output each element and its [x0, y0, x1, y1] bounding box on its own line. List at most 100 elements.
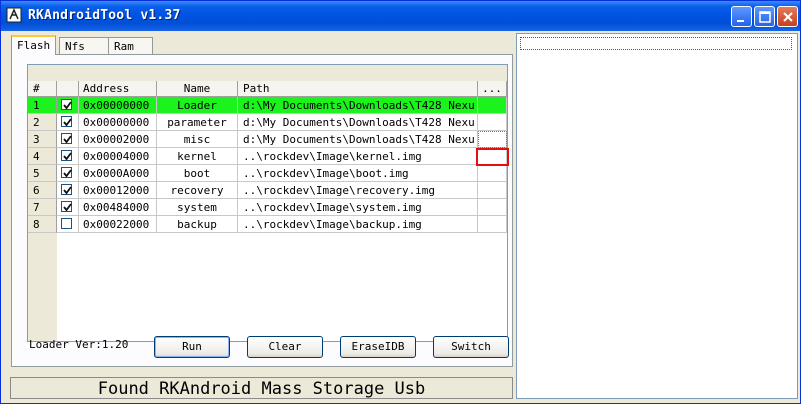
checkmark-icon: [63, 135, 72, 144]
row-path: ..\rockdev\Image\kernel.img: [238, 148, 478, 165]
row-browse[interactable]: [478, 182, 507, 199]
table-row[interactable]: 2 0x00000000 parameter d:\My Documents\Down…: [28, 114, 507, 131]
run-button[interactable]: Run: [154, 336, 230, 358]
row-number: 4: [28, 148, 57, 165]
minimize-icon: [737, 20, 744, 22]
row-checkbox[interactable]: [61, 218, 72, 229]
table-row[interactable]: 3 0x00002000 misc d:\My Documents\Downloads…: [28, 131, 507, 148]
row-address: 0x00004000: [79, 148, 157, 165]
row-checkbox[interactable]: [61, 133, 72, 144]
tab-nfs-label: Nfs: [65, 40, 85, 53]
checkmark-icon: [63, 152, 72, 161]
row-browse[interactable]: [478, 114, 507, 131]
log-panel[interactable]: [516, 33, 798, 399]
tab-flash[interactable]: Flash: [11, 35, 56, 55]
window-title: RKAndroidTool v1.37: [28, 8, 181, 23]
browse-cell-focus[interactable]: [478, 131, 507, 148]
row-name: parameter: [157, 114, 238, 131]
row-checkbox-cell[interactable]: [57, 216, 79, 233]
maximize-button[interactable]: [754, 6, 775, 27]
switch-button[interactable]: Switch: [433, 336, 509, 358]
checkmark-icon: [63, 118, 72, 127]
row-name: Loader: [157, 97, 238, 114]
checkmark-icon: [63, 169, 72, 178]
row-address: 0x0000A000: [79, 165, 157, 182]
app-icon: [6, 7, 22, 23]
checkmark-icon: [63, 101, 72, 110]
row-number: 8: [28, 216, 57, 233]
row-number: 7: [28, 199, 57, 216]
checkmark-icon: [63, 186, 72, 195]
column-header-browse[interactable]: ...: [478, 81, 507, 97]
row-checkbox[interactable]: [61, 99, 72, 110]
row-browse[interactable]: [478, 199, 507, 216]
row-browse[interactable]: [478, 165, 507, 182]
minimize-button[interactable]: [731, 6, 752, 27]
loader-version-label: Loader Ver:1.20: [29, 338, 129, 351]
row-path: d:\My Documents\Downloads\T428 Nexu...: [238, 97, 478, 114]
row-checkbox-cell[interactable]: [57, 199, 79, 216]
row-checkbox[interactable]: [61, 184, 72, 195]
close-button[interactable]: [777, 6, 798, 27]
tab-flash-label: Flash: [17, 39, 51, 52]
row-checkbox[interactable]: [61, 116, 72, 127]
row-checkbox[interactable]: [61, 201, 72, 212]
row-address: 0x00012000: [79, 182, 157, 199]
highlight-box: [476, 148, 509, 166]
title-bar[interactable]: RKAndroidTool v1.37: [1, 1, 800, 31]
eraseidb-button[interactable]: EraseIDB: [340, 336, 416, 358]
row-name: backup: [157, 216, 238, 233]
row-browse[interactable]: [478, 216, 507, 233]
column-header-num[interactable]: #: [28, 81, 57, 97]
table-row[interactable]: 6 0x00012000 recovery ..\rockdev\Image\reco…: [28, 182, 507, 199]
row-checkbox-cell[interactable]: [57, 165, 79, 182]
row-address: 0x00000000: [79, 97, 157, 114]
row-checkbox[interactable]: [61, 150, 72, 161]
row-path: ..\rockdev\Image\backup.img: [238, 216, 478, 233]
table-row[interactable]: 5 0x0000A000 boot ..\rockdev\Image\boot.img: [28, 165, 507, 182]
column-header-name[interactable]: Name: [157, 81, 238, 97]
table-row[interactable]: 7 0x00484000 system ..\rockdev\Image\system…: [28, 199, 507, 216]
table-row[interactable]: 1 0x00000000 Loader d:\My Documents\Downloa…: [28, 97, 507, 114]
row-checkbox-cell[interactable]: [57, 131, 79, 148]
table-row[interactable]: 8 0x00022000 backup ..\rockdev\Image\backup…: [28, 216, 507, 233]
row-checkbox-cell[interactable]: [57, 114, 79, 131]
row-address: 0x00022000: [79, 216, 157, 233]
row-address: 0x00000000: [79, 114, 157, 131]
status-text: Found RKAndroid Mass Storage Usb: [97, 379, 426, 399]
maximize-icon: [759, 11, 771, 23]
column-header-path[interactable]: Path: [238, 81, 478, 97]
row-number: 1: [28, 97, 57, 114]
row-checkbox[interactable]: [61, 167, 72, 178]
clear-button[interactable]: Clear: [247, 336, 323, 358]
row-checkbox-cell[interactable]: [57, 182, 79, 199]
row-path: d:\My Documents\Downloads\T428 Nexu...: [238, 131, 478, 148]
row-path: d:\My Documents\Downloads\T428 Nexu...: [238, 114, 478, 131]
table-row[interactable]: 4 0x00004000 kernel ..\rockdev\Image\kernel…: [28, 148, 507, 165]
row-number: 2: [28, 114, 57, 131]
checkmark-icon: [63, 203, 72, 212]
row-number: 5: [28, 165, 57, 182]
row-browse[interactable]: [478, 97, 507, 114]
row-number: 6: [28, 182, 57, 199]
partition-table: # Address Name Path ... 1 0x00000000 Loade…: [27, 64, 508, 342]
row-path: ..\rockdev\Image\recovery.img: [238, 182, 478, 199]
row-path: ..\rockdev\Image\boot.img: [238, 165, 478, 182]
main-window: RKAndroidTool v1.37 Flash Nfs Ram # Addr…: [0, 0, 801, 404]
column-header-check[interactable]: [57, 81, 79, 97]
row-address: 0x00484000: [79, 199, 157, 216]
tab-nfs[interactable]: Nfs: [59, 37, 111, 54]
row-number: 3: [28, 131, 57, 148]
tab-ram-label: Ram: [114, 40, 134, 53]
log-focus-line: [520, 37, 792, 50]
row-checkbox-cell[interactable]: [57, 97, 79, 114]
row-name: recovery: [157, 182, 238, 199]
column-header-address[interactable]: Address: [79, 81, 157, 97]
row-name: system: [157, 199, 238, 216]
row-name: boot: [157, 165, 238, 182]
row-address: 0x00002000: [79, 131, 157, 148]
row-name: kernel: [157, 148, 238, 165]
tab-ram[interactable]: Ram: [108, 37, 153, 54]
status-bar: Found RKAndroid Mass Storage Usb: [10, 377, 513, 399]
row-checkbox-cell[interactable]: [57, 148, 79, 165]
